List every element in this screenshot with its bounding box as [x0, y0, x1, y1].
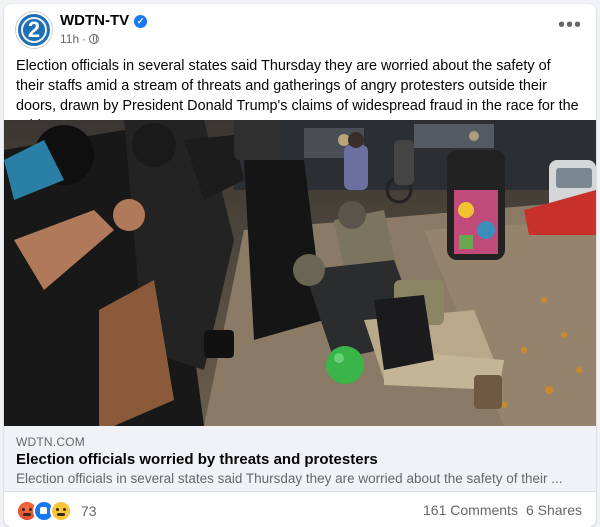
meta-separator: · [82, 32, 87, 46]
post-footer: 73 161 Comments 6 Shares [4, 494, 596, 524]
protest-scene-illustration [4, 120, 596, 426]
avatar-logo-text: 2 [27, 17, 41, 42]
globe-icon [89, 34, 100, 44]
page-name[interactable]: WDTN-TV ✓ [60, 12, 148, 30]
post-timestamp[interactable]: 11h [60, 32, 79, 46]
link-description: Election officials in several states sai… [16, 471, 563, 486]
page-name-text[interactable]: WDTN-TV [60, 12, 129, 30]
reaction-count[interactable]: 73 [81, 503, 97, 519]
link-preview[interactable]: WDTN.COM Election officials worried by t… [4, 426, 596, 492]
page-avatar[interactable]: 2 [16, 12, 52, 48]
haha-reaction-icon [50, 500, 72, 522]
link-title[interactable]: Election officials worried by threats an… [16, 451, 378, 468]
link-domain: WDTN.COM [16, 435, 85, 449]
post-header: 2 WDTN-TV ✓ 11h · ••• [4, 4, 596, 52]
reactions-summary[interactable]: 73 [16, 500, 97, 522]
post-card: 2 WDTN-TV ✓ 11h · ••• Election officials… [4, 4, 596, 527]
engagement-counts: 161 Comments 6 Shares [423, 502, 582, 518]
comments-count[interactable]: 161 Comments [423, 502, 518, 518]
post-photo[interactable] [4, 120, 596, 426]
shares-count[interactable]: 6 Shares [526, 502, 582, 518]
post-meta: 11h · [60, 32, 100, 46]
verified-badge-icon: ✓ [134, 14, 148, 28]
more-options-icon[interactable]: ••• [558, 15, 582, 38]
